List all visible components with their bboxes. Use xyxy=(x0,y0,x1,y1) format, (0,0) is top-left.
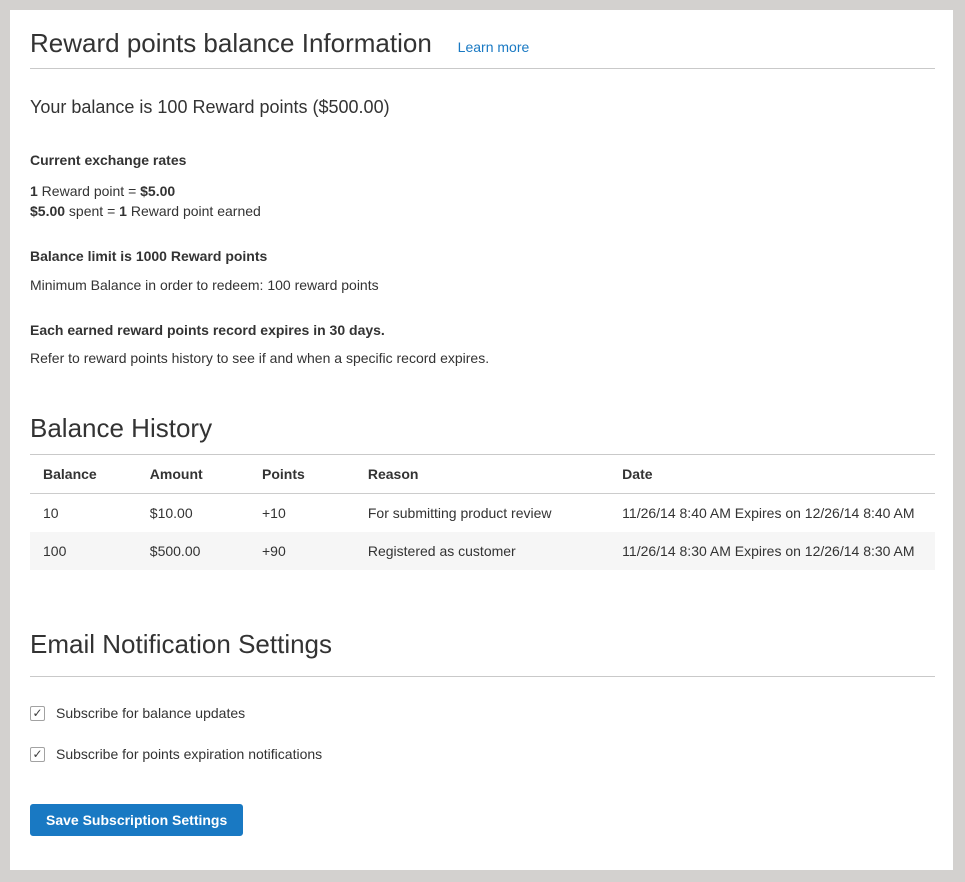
points-expiration-label[interactable]: Subscribe for points expiration notifica… xyxy=(56,746,322,762)
column-header-amount: Amount xyxy=(137,455,249,494)
points-expiration-checkbox[interactable] xyxy=(30,747,45,762)
balance-history-table: Balance Amount Points Reason Date 10 $10… xyxy=(30,455,935,570)
balance-history-title: Balance History xyxy=(30,412,935,444)
cell-reason: For submitting product review xyxy=(355,494,609,533)
points-expiration-option: Subscribe for points expiration notifica… xyxy=(30,746,935,762)
cell-date: 11/26/14 8:30 AM Expires on 12/26/14 8:3… xyxy=(609,532,935,570)
balance-updates-checkbox[interactable] xyxy=(30,706,45,721)
column-header-points: Points xyxy=(249,455,355,494)
balance-summary: Your balance is 100 Reward points ($500.… xyxy=(30,95,935,119)
email-notification-title: Email Notification Settings xyxy=(30,628,935,660)
rate-point-to-currency: 1 Reward point = $5.00 xyxy=(30,181,935,201)
exchange-rate-lines: 1 Reward point = $5.00 $5.00 spent = 1 R… xyxy=(30,181,935,221)
refer-history-note: Refer to reward points history to see if… xyxy=(30,348,935,368)
cell-balance: 100 xyxy=(30,532,137,570)
cell-reason: Registered as customer xyxy=(355,532,609,570)
minimum-balance-note: Minimum Balance in order to redeem: 100 … xyxy=(30,275,935,295)
exchange-rates-heading: Current exchange rates xyxy=(30,151,935,169)
table-row: 100 $500.00 +90 Registered as customer 1… xyxy=(30,532,935,570)
balance-updates-option: Subscribe for balance updates xyxy=(30,705,935,721)
reward-points-card: Reward points balance Information Learn … xyxy=(10,10,953,870)
balance-limit-note: Balance limit is 1000 Reward points xyxy=(30,247,935,265)
rate-amount-spent: $5.00 xyxy=(30,203,65,219)
cell-amount: $500.00 xyxy=(137,532,249,570)
table-row: 10 $10.00 +10 For submitting product rev… xyxy=(30,494,935,533)
balance-history-header: Balance History xyxy=(30,412,935,455)
email-notification-header: Email Notification Settings xyxy=(30,628,935,677)
rate-points-value: 1 xyxy=(30,183,38,199)
rate-middle-text: spent = xyxy=(65,203,119,219)
rate-points-earned: 1 xyxy=(119,203,127,219)
rate-amount-value: $5.00 xyxy=(140,183,175,199)
page-header: Reward points balance Information Learn … xyxy=(30,10,935,69)
table-header-row: Balance Amount Points Reason Date xyxy=(30,455,935,494)
cell-points: +10 xyxy=(249,494,355,533)
column-header-date: Date xyxy=(609,455,935,494)
column-header-reason: Reason xyxy=(355,455,609,494)
cell-date: 11/26/14 8:40 AM Expires on 12/26/14 8:4… xyxy=(609,494,935,533)
learn-more-link[interactable]: Learn more xyxy=(458,39,530,55)
balance-updates-label[interactable]: Subscribe for balance updates xyxy=(56,705,245,721)
cell-amount: $10.00 xyxy=(137,494,249,533)
cell-points: +90 xyxy=(249,532,355,570)
rate-suffix-text: Reward point earned xyxy=(127,203,261,219)
expiration-note: Each earned reward points record expires… xyxy=(30,321,935,339)
rate-middle-text: Reward point = xyxy=(38,183,140,199)
rate-currency-to-point: $5.00 spent = 1 Reward point earned xyxy=(30,201,935,221)
column-header-balance: Balance xyxy=(30,455,137,494)
cell-balance: 10 xyxy=(30,494,137,533)
page-title: Reward points balance Information xyxy=(30,28,432,58)
save-subscription-settings-button[interactable]: Save Subscription Settings xyxy=(30,804,243,836)
